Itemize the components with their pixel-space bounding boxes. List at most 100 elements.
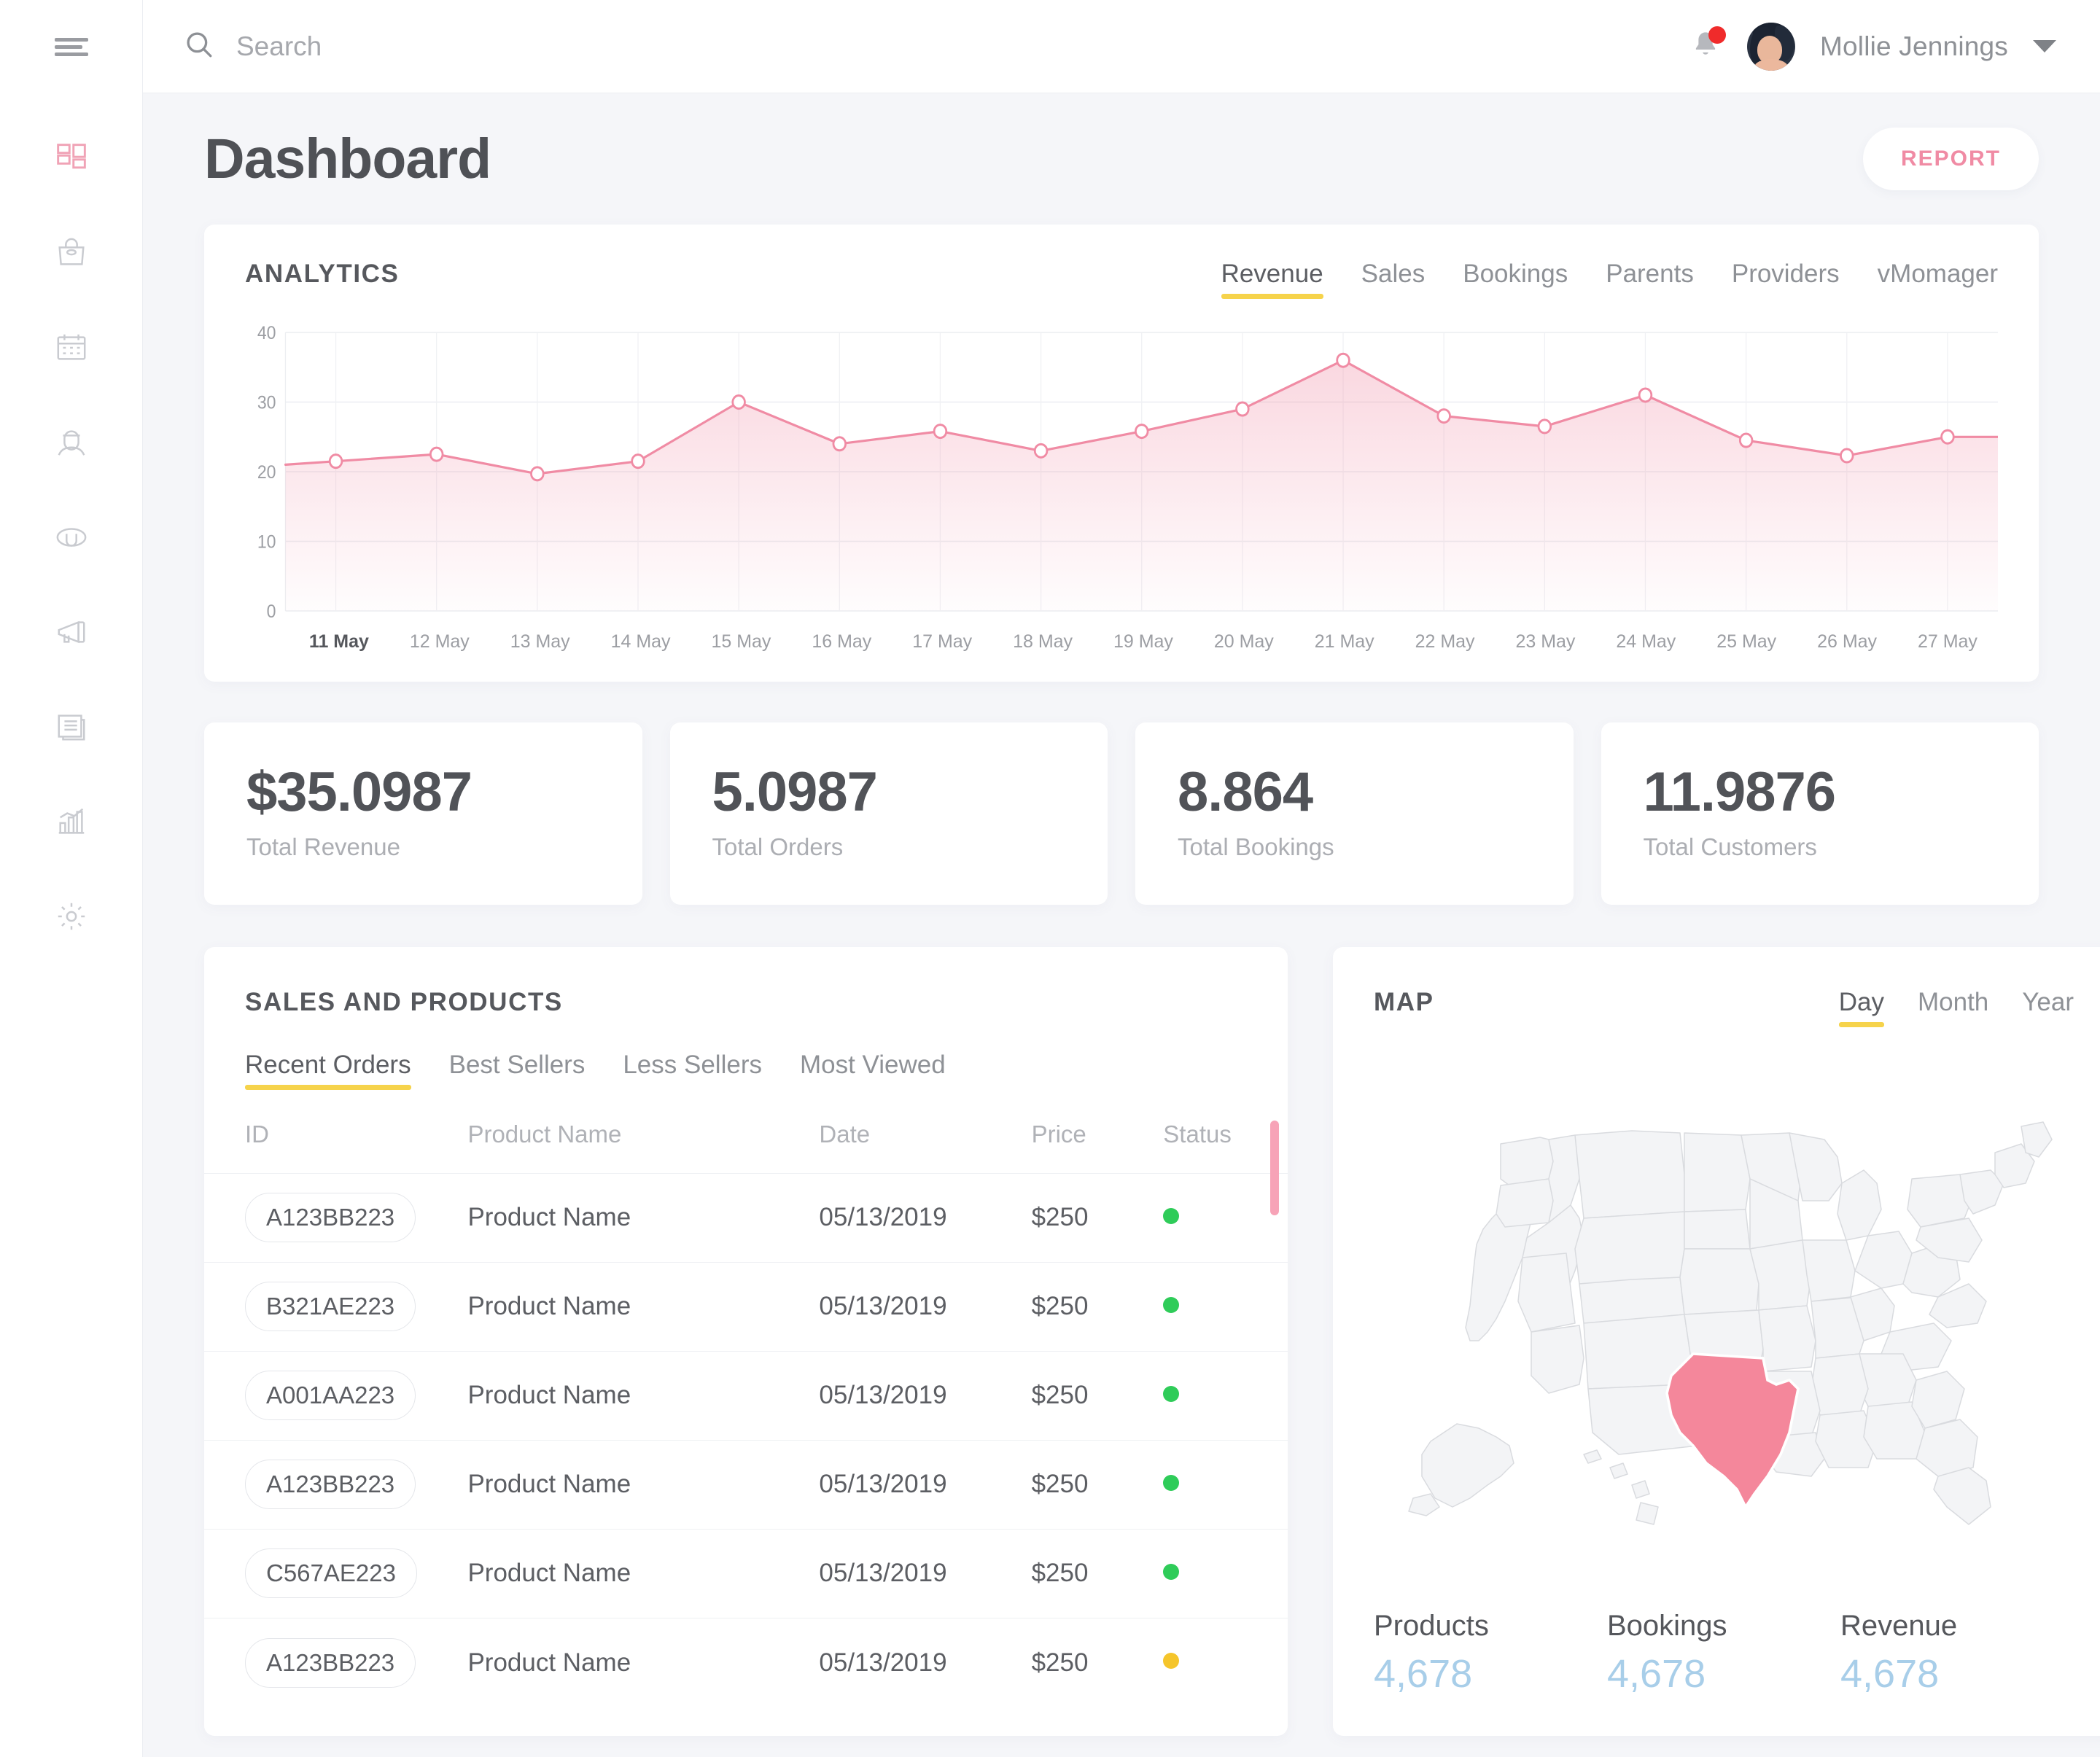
stat-label: Total Customers [1643,833,1817,860]
y-axis-tick: 40 [257,323,276,343]
order-id-pill[interactable]: A123BB223 [245,1637,416,1688]
table-row[interactable]: A123BB223 Product Name 05/13/2019 $250 [204,1172,1288,1263]
calendar-icon [55,331,88,365]
tab-bookings[interactable]: Bookings [1463,260,1568,296]
user-name-label: Mollie Jennings [1819,31,2008,61]
chart-data-point[interactable] [933,424,948,440]
sales-tabs: Recent Orders Best Sellers Less Sellers … [204,1051,1288,1090]
cell-status [1163,1172,1288,1263]
chart-data-point[interactable] [1638,387,1653,403]
tab-best-sellers[interactable]: Best Sellers [449,1051,586,1088]
tab-parents[interactable]: Parents [1606,260,1694,296]
x-axis-tick: 16 May [812,631,872,652]
tab-revenue[interactable]: Revenue [1221,260,1323,299]
avatar[interactable] [1746,22,1795,71]
chart-data-point[interactable] [1840,448,1854,464]
orders-scrollbar[interactable] [1270,1120,1279,1215]
cell-status [1163,1528,1288,1618]
stat-value: 11.9876 [1643,761,1837,823]
stat-label: Total Bookings [1178,833,1334,860]
chart-data-point[interactable] [1940,429,1955,445]
search-icon[interactable] [184,29,214,63]
x-axis-tick: 15 May [711,631,771,652]
bar-chart-icon [55,805,88,838]
chart-data-point[interactable] [631,453,645,470]
cell-product-name: Product Name [467,1261,820,1352]
column-header-price: Price [1031,1120,1086,1148]
y-axis-tick: 20 [257,462,276,483]
table-row[interactable]: B321AE223 Product Name 05/13/2019 $250 [204,1261,1288,1352]
chart-data-point[interactable] [1336,352,1350,368]
search-input[interactable] [236,31,645,62]
chart-data-point[interactable] [1235,401,1250,417]
tab-year[interactable]: Year [2022,988,2074,1024]
sidebar-item-documents[interactable] [45,704,98,749]
dashboard-grid-icon [55,142,88,174]
chevron-down-icon[interactable] [2033,40,2056,52]
chart-data-point[interactable] [1436,408,1451,424]
cell-price: $250 [1031,1261,1164,1352]
table-row[interactable]: A123BB223 Product Name 05/13/2019 $250 [204,1439,1288,1530]
x-axis-tick: 13 May [510,631,570,652]
sidebar-item-calendar[interactable] [45,325,98,370]
sidebar-item-shop[interactable] [45,230,98,276]
cell-date: 05/13/2019 [819,1528,1032,1618]
map-stat-value: 4,678 [1607,1652,1706,1696]
chart-data-point[interactable] [1135,424,1149,440]
status-badge [1163,1207,1180,1224]
order-id-pill[interactable]: A123BB223 [245,1460,416,1510]
table-row[interactable]: A001AA223 Product Name 05/13/2019 $250 [204,1350,1288,1441]
menu-toggle-button[interactable] [0,0,143,93]
headset-support-icon [55,521,88,554]
cell-product-name-text: Product Name [467,1470,631,1499]
status-badge [1163,1385,1180,1402]
sidebar-item-dashboard[interactable] [45,136,98,181]
order-id-pill[interactable]: C567AE223 [245,1548,417,1599]
chart-data-point[interactable] [1738,432,1754,448]
chart-data-point[interactable] [328,453,343,470]
chart-data-point[interactable] [731,394,746,410]
tab-providers[interactable]: Providers [1732,260,1840,296]
tab-most-viewed[interactable]: Most Viewed [800,1051,946,1088]
x-axis-tick: 23 May [1515,631,1576,652]
cell-price-text: $250 [1031,1381,1089,1410]
tab-sales[interactable]: Sales [1361,260,1426,296]
sales-and-products-card: SALES AND PRODUCTS Recent Orders Best Se… [204,946,1288,1737]
map-stat-bookings: Bookings 4,678 [1607,1610,1840,1696]
map-title: MAP [1374,987,1434,1016]
sidebar-item-support[interactable] [45,515,98,560]
report-button[interactable]: REPORT [1862,128,2039,190]
cell-price: $250 [1031,1350,1164,1441]
order-id-pill[interactable]: A001AA223 [245,1371,416,1421]
sidebar-item-campaigns[interactable] [45,609,98,655]
chart-data-point[interactable] [429,446,444,462]
sidebar-nav [45,136,98,939]
x-axis-tick: 25 May [1716,631,1777,652]
table-row[interactable]: A123BB223 Product Name 05/13/2019 $250 [204,1617,1288,1707]
chart-data-point[interactable] [1033,443,1049,459]
page-title: Dashboard [204,127,491,190]
cell-price: $250 [1031,1172,1164,1263]
sidebar-item-settings[interactable] [45,894,98,939]
notifications-button[interactable] [1689,26,1726,66]
sidebar-item-reports[interactable] [45,799,98,844]
order-id-pill[interactable]: A123BB223 [245,1193,416,1243]
tab-less-sellers[interactable]: Less Sellers [623,1051,762,1088]
tab-day[interactable]: Day [1838,988,1885,1027]
sales-title: SALES AND PRODUCTS [245,987,563,1016]
tab-month[interactable]: Month [1918,988,1988,1024]
cell-status [1163,1261,1288,1352]
tab-vmomager[interactable]: vMomager [1878,260,1998,296]
chart-data-point[interactable] [530,466,545,482]
cell-date: 05/13/2019 [819,1350,1032,1441]
cell-date-text: 05/13/2019 [819,1292,947,1321]
chart-data-point[interactable] [1537,418,1552,435]
tab-recent-orders[interactable]: Recent Orders [245,1051,411,1090]
x-axis-tick: 19 May [1113,631,1173,652]
chart-data-point[interactable] [832,436,847,452]
analytics-card: ANALYTICS Revenue Sales Bookings Parents… [204,225,2039,682]
us-map[interactable] [1374,1024,2074,1603]
sidebar-item-profile[interactable] [45,420,98,465]
order-id-pill[interactable]: B321AE223 [245,1282,416,1332]
table-row[interactable]: C567AE223 Product Name 05/13/2019 $250 [204,1528,1288,1618]
